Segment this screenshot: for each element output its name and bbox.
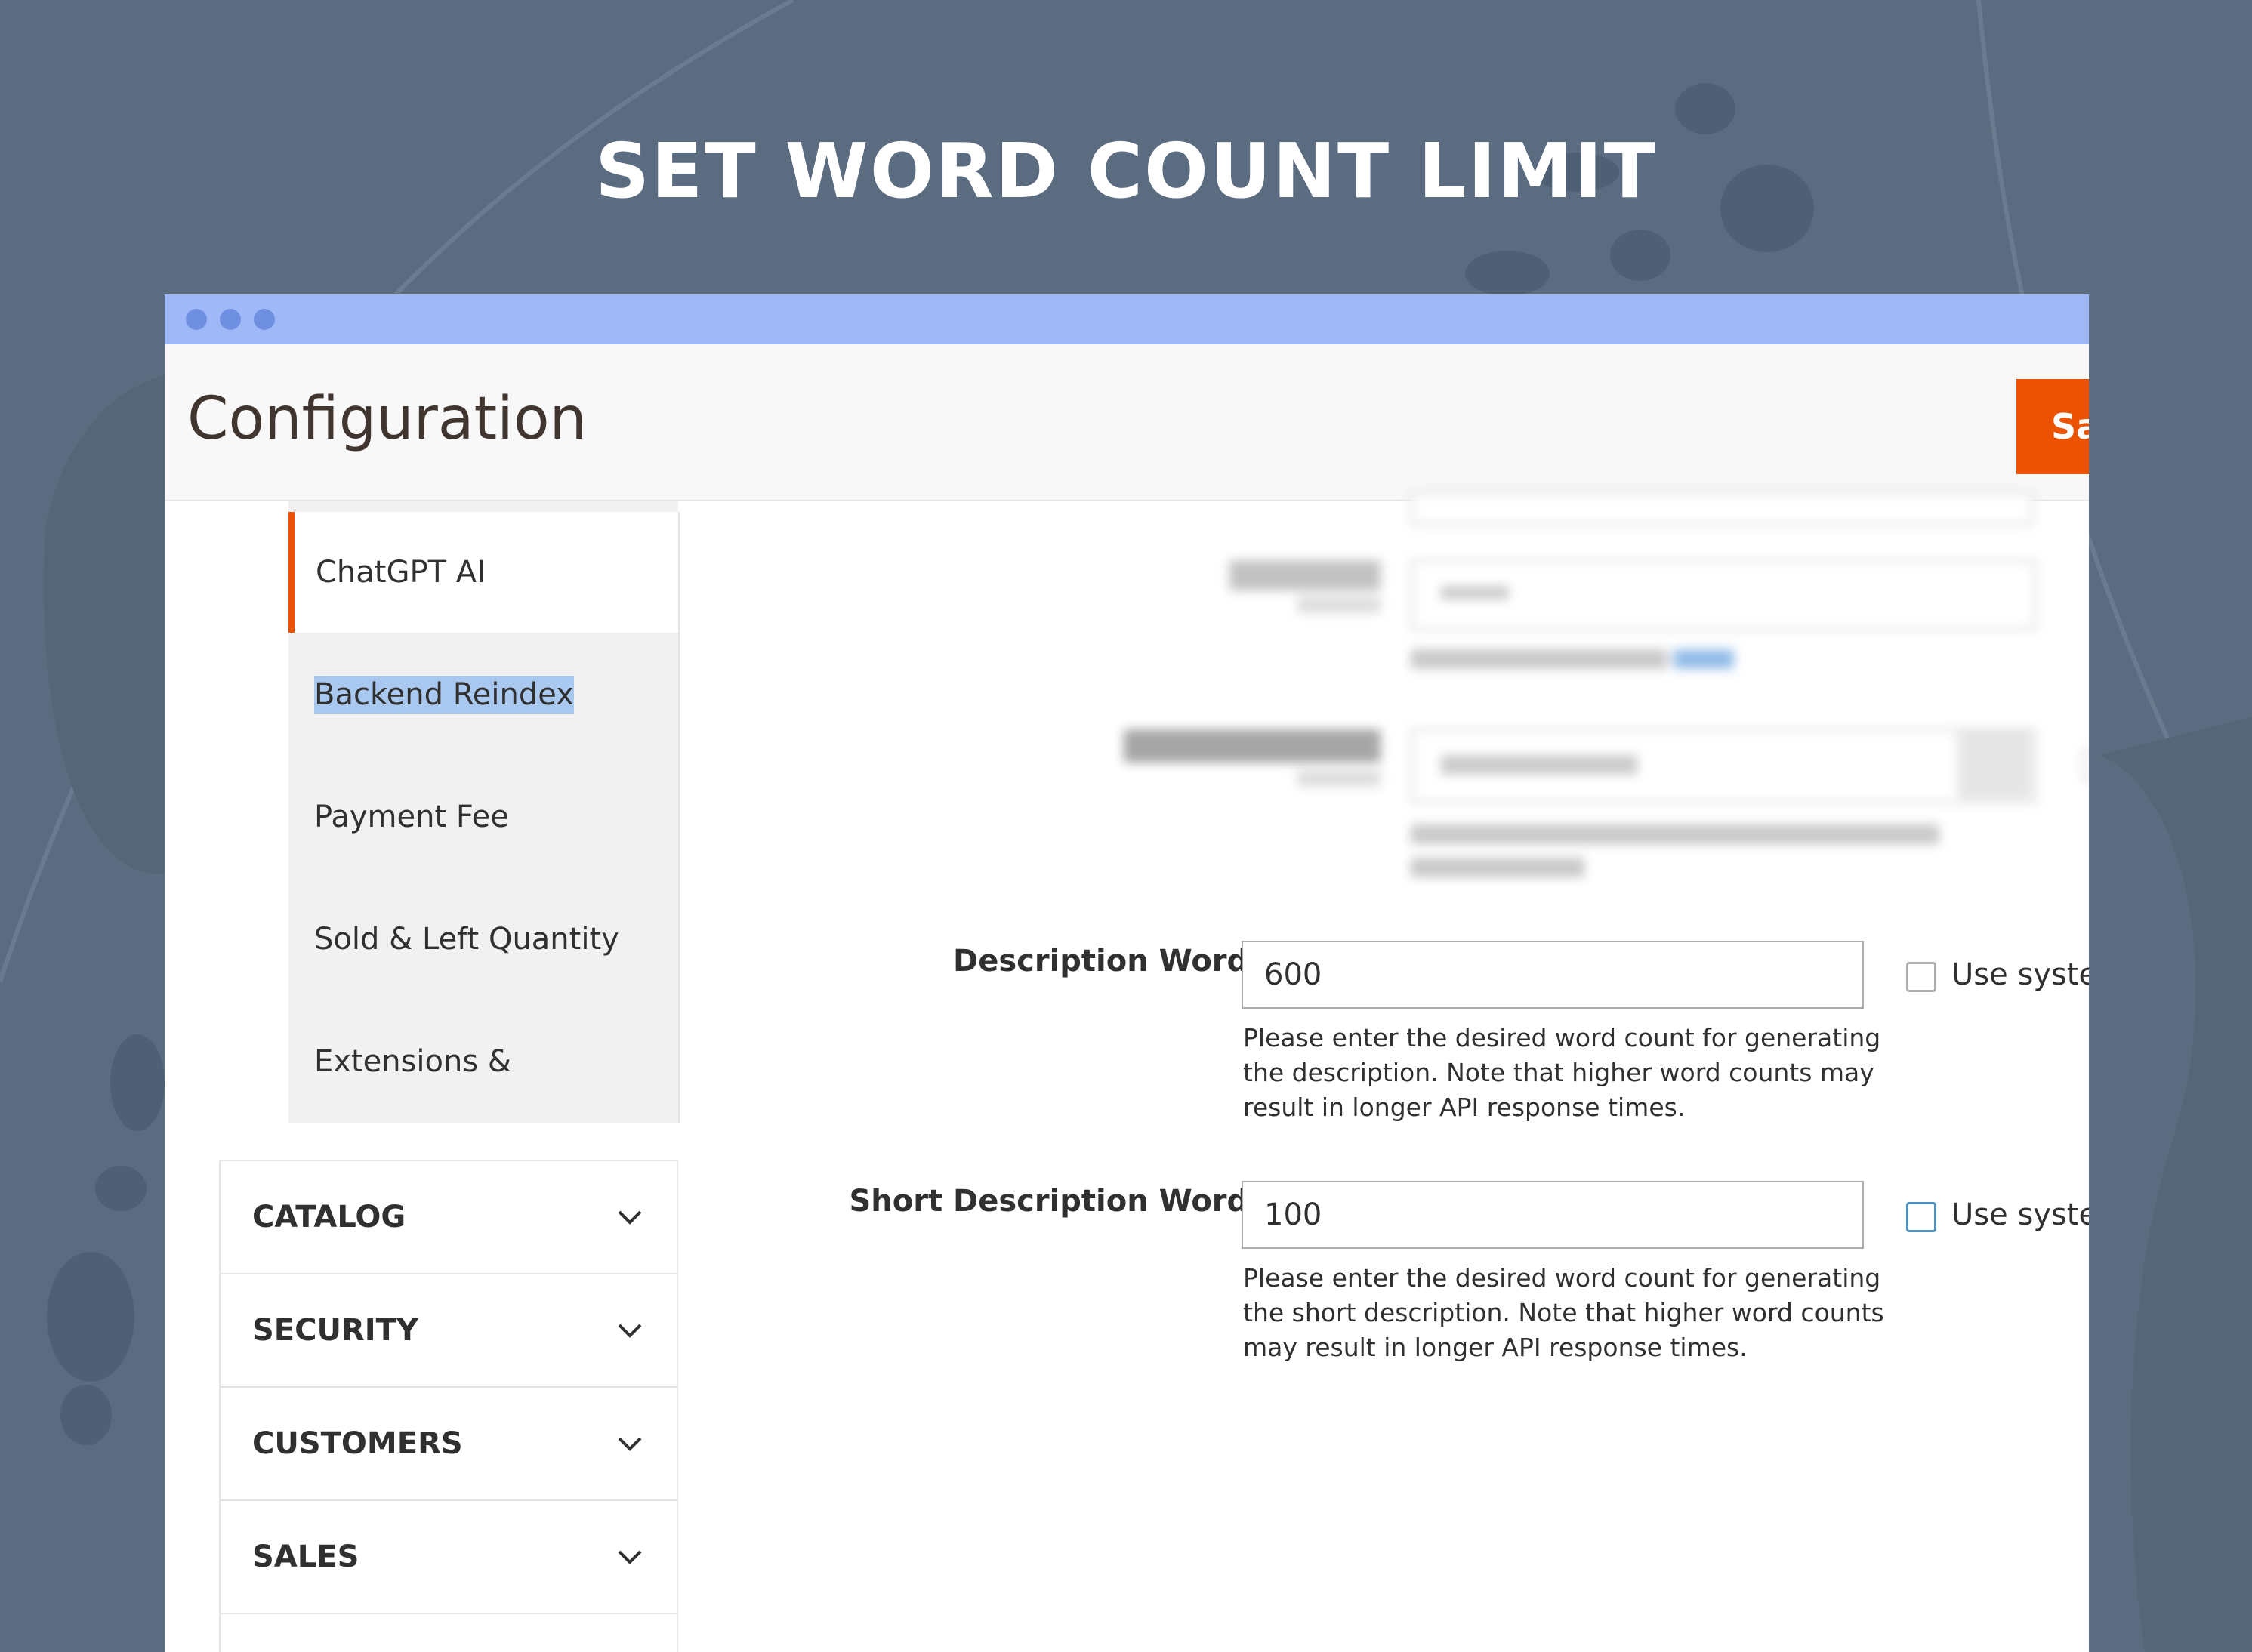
- window-dot-icon: [220, 309, 241, 330]
- page-title: Configuration: [187, 385, 587, 453]
- window-dot-icon: [254, 309, 275, 330]
- app-window: Configuration Sa ChatGPT AI Backend Rein…: [165, 294, 2089, 1652]
- short-description-word-count-note: Please enter the desired word count for …: [1243, 1263, 1884, 1362]
- description-use-system-checkbox[interactable]: [1906, 962, 1936, 992]
- sidebar-subitems: ChatGPT AI Backend Reindex Payment Fee S…: [288, 512, 680, 1200]
- sidebar-item-label: Payment Fee: [314, 800, 509, 834]
- sidebar-item-extensions-notifications[interactable]: Extensions & Notifications: [288, 1001, 678, 1200]
- sidebar-section-customers[interactable]: CUSTOMERS: [219, 1386, 678, 1499]
- sidebar-item-label: Backend Reindex: [314, 676, 574, 714]
- sidebar-item-label: ChatGPT AI: [316, 555, 486, 590]
- chevron-down-icon: [618, 1324, 642, 1338]
- sidebar-item-payment-fee[interactable]: Payment Fee: [288, 757, 678, 877]
- short-description-use-system-label: Use syster: [1951, 1197, 2089, 1232]
- blurred-field-top: [1237, 492, 2038, 525]
- section-label: CATALOG: [252, 1200, 406, 1234]
- window-dot-icon: [186, 309, 207, 330]
- chevron-down-icon: [618, 1437, 642, 1451]
- sidebar-item-backend-reindex[interactable]: Backend Reindex: [288, 634, 678, 755]
- save-config-button[interactable]: Sa: [2016, 379, 2089, 474]
- section-label: SALES: [252, 1540, 359, 1574]
- sidebar-section-security[interactable]: SECURITY: [219, 1273, 678, 1386]
- chevron-down-icon: [618, 1550, 642, 1564]
- sidebar-item-chatgpt-ai[interactable]: ChatGPT AI: [288, 512, 678, 633]
- sidebar-item-label: Sold & Left Quantity: [314, 922, 619, 957]
- page-header: Configuration Sa: [165, 344, 2089, 501]
- section-label: CUSTOMERS: [252, 1426, 463, 1461]
- sidebar-item-sold-left-quantity[interactable]: Sold & Left Quantity: [288, 879, 678, 1000]
- sidebar-section-next[interactable]: [219, 1613, 678, 1652]
- sidebar-section-sales[interactable]: SALES: [219, 1499, 678, 1613]
- short-description-use-system-checkbox[interactable]: [1906, 1202, 1936, 1232]
- chevron-down-icon: [618, 1210, 642, 1225]
- blurred-field-product-attribute: [1041, 729, 2089, 926]
- description-word-count-input[interactable]: 600: [1242, 941, 1864, 1009]
- short-description-word-count-input[interactable]: 100: [1242, 1181, 1864, 1249]
- description-word-count-note: Please enter the desired word count for …: [1243, 1023, 1881, 1122]
- window-titlebar: [165, 294, 2089, 344]
- section-label: SECURITY: [252, 1313, 418, 1348]
- sidebar-section-catalog[interactable]: CATALOG: [219, 1160, 678, 1273]
- headline: SET WORD COUNT LIMIT: [595, 127, 1657, 215]
- description-use-system-label: Use syster: [1951, 957, 2089, 992]
- blurred-field-api-secret: [1041, 560, 2036, 726]
